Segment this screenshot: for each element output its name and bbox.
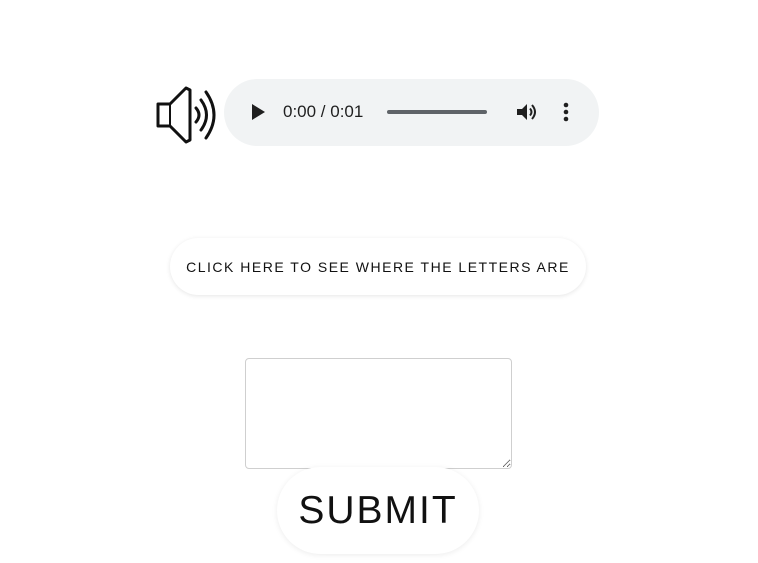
answer-input[interactable] (245, 358, 512, 469)
audio-progress-slider[interactable] (387, 110, 487, 114)
captcha-page: 0:00 / 0:01 CLICK HERE TO SEE WHERE THE … (0, 0, 758, 563)
show-letters-button[interactable]: CLICK HERE TO SEE WHERE THE LETTERS ARE (170, 238, 586, 295)
speaker-icon[interactable] (154, 84, 222, 146)
audio-player[interactable]: 0:00 / 0:01 (224, 79, 599, 146)
submit-button[interactable]: SUBMIT (277, 467, 479, 554)
volume-icon[interactable] (515, 101, 539, 123)
more-vert-icon[interactable] (559, 101, 573, 123)
audio-time-display: 0:00 / 0:01 (283, 102, 364, 121)
play-icon[interactable] (248, 101, 268, 123)
